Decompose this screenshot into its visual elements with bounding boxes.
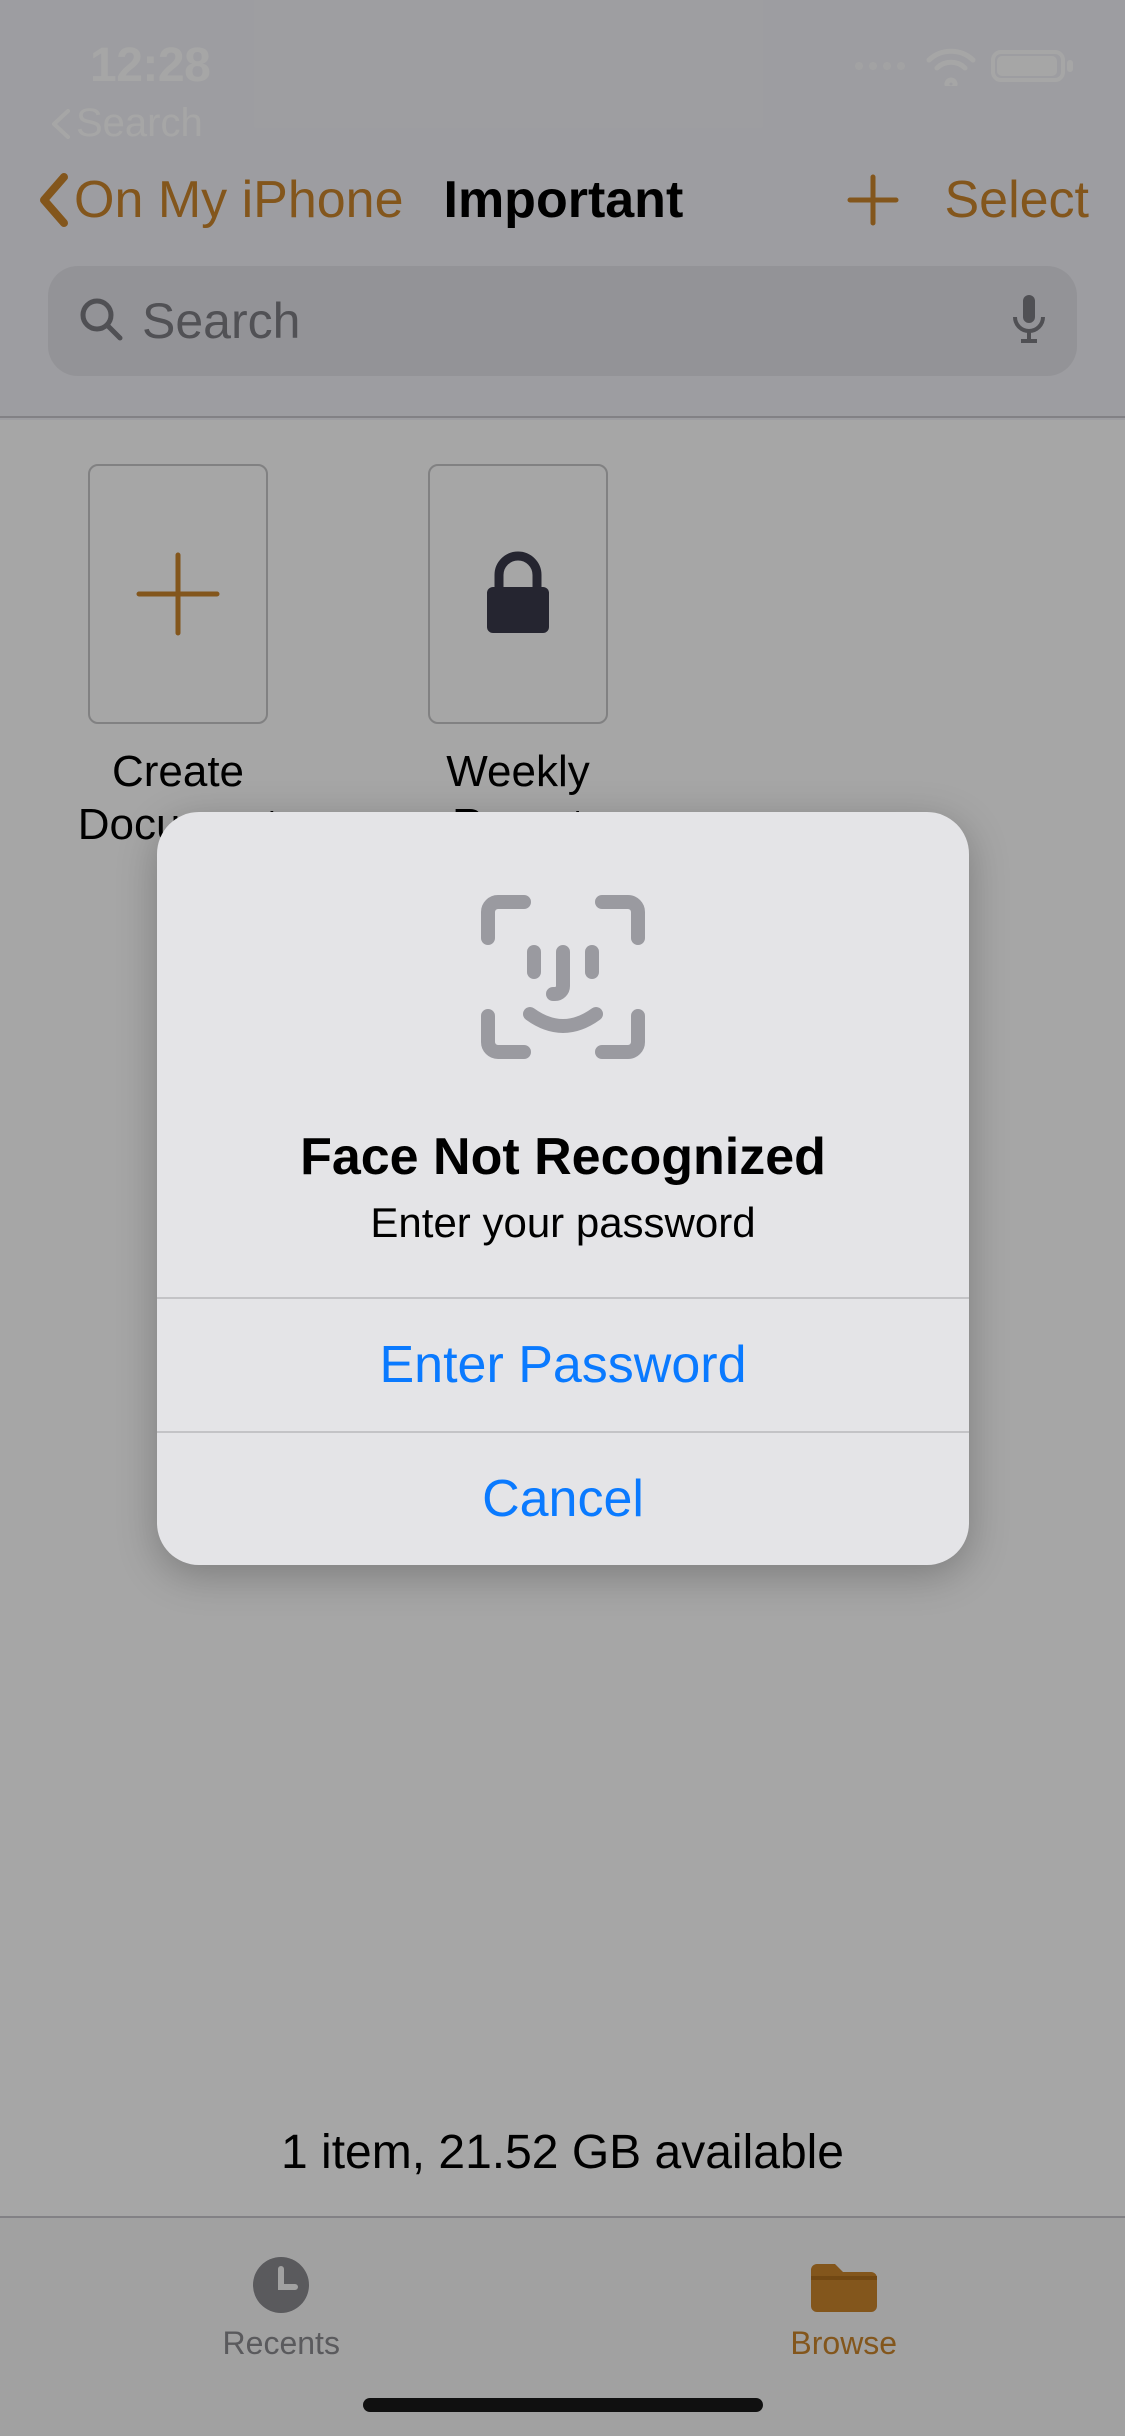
cancel-button[interactable]: Cancel <box>157 1431 969 1565</box>
enter-password-button[interactable]: Enter Password <box>157 1297 969 1431</box>
home-indicator[interactable] <box>363 2398 763 2412</box>
faceid-alert: Face Not Recognized Enter your password … <box>157 812 969 1565</box>
alert-title: Face Not Recognized <box>300 1127 826 1187</box>
alert-message: Enter your password <box>370 1199 755 1247</box>
faceid-icon <box>468 882 658 1077</box>
